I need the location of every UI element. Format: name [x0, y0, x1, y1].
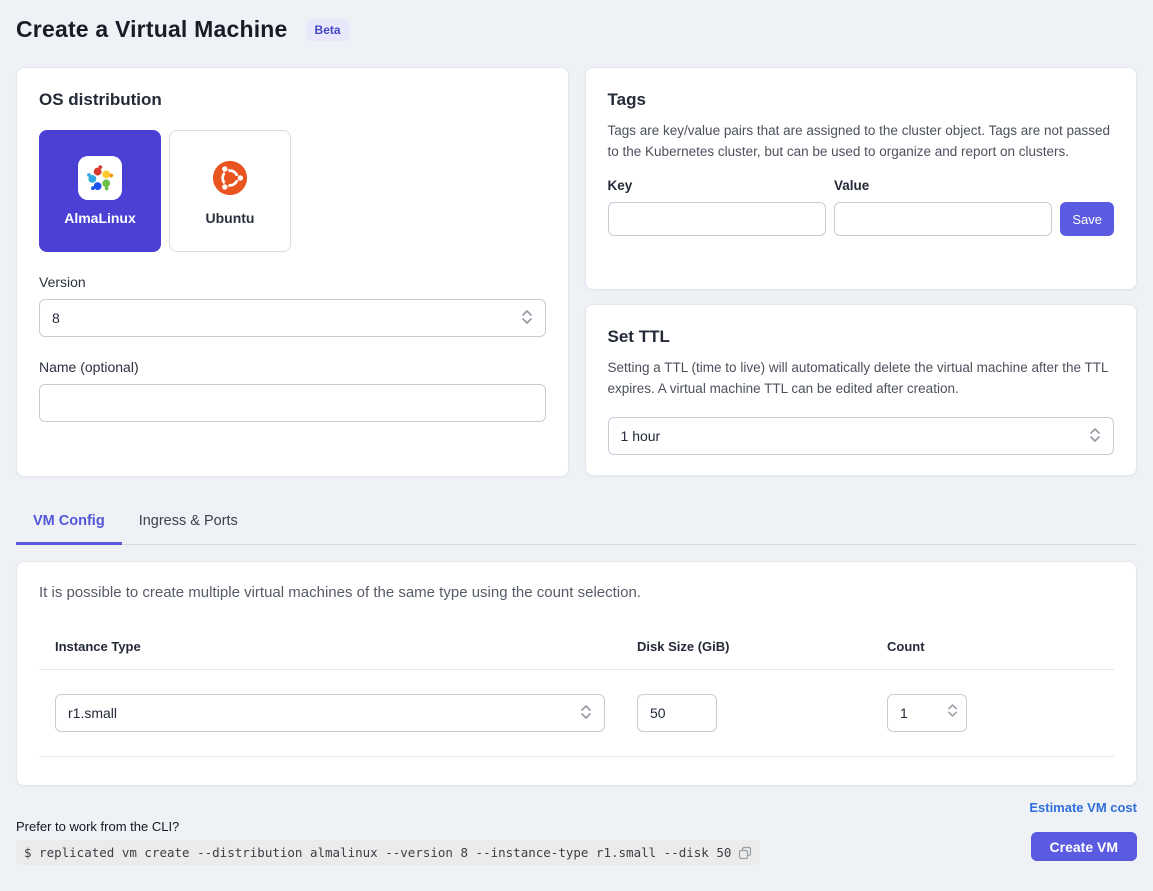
vm-config-card: It is possible to create multiple virtua…: [16, 561, 1137, 786]
column-header-disk-size: Disk Size (GiB): [637, 639, 887, 654]
tag-key-input[interactable]: [608, 202, 826, 236]
create-vm-button[interactable]: Create VM: [1031, 832, 1137, 861]
version-label: Version: [39, 274, 546, 290]
version-select-value: 8: [52, 310, 60, 326]
ubuntu-logo-icon: [212, 156, 248, 200]
tab-ingress-ports[interactable]: Ingress & Ports: [122, 503, 255, 545]
ttl-card: Set TTL Setting a TTL (time to live) wil…: [585, 304, 1137, 476]
vm-config-table: Instance Type Disk Size (GiB) Count r1.s…: [39, 639, 1114, 757]
beta-badge: Beta: [306, 19, 350, 41]
distro-tile-ubuntu[interactable]: Ubuntu: [169, 130, 291, 252]
count-input[interactable]: [900, 705, 920, 721]
table-row: r1.small: [39, 670, 1114, 757]
save-tag-button[interactable]: Save: [1060, 202, 1114, 236]
page-header: Create a Virtual Machine Beta: [16, 12, 1137, 53]
disk-size-input[interactable]: [637, 694, 717, 732]
instance-type-select[interactable]: r1.small: [55, 694, 605, 732]
chevron-updown-icon: [1089, 427, 1101, 446]
tags-description: Tags are key/value pairs that are assign…: [608, 121, 1114, 162]
page-title: Create a Virtual Machine: [16, 16, 288, 43]
vm-name-input[interactable]: [39, 384, 546, 422]
distro-label-almalinux: AlmaLinux: [64, 210, 136, 226]
tag-value-label: Value: [834, 178, 1052, 193]
tag-key-label: Key: [608, 178, 826, 193]
tags-title: Tags: [608, 90, 1114, 110]
ttl-description: Setting a TTL (time to live) will automa…: [608, 358, 1114, 399]
distro-tiles: AlmaLinux: [39, 130, 546, 252]
distro-tile-almalinux[interactable]: AlmaLinux: [39, 130, 161, 252]
version-select[interactable]: 8: [39, 299, 546, 337]
ttl-title: Set TTL: [608, 327, 1114, 347]
distro-label-ubuntu: Ubuntu: [206, 210, 255, 226]
tag-value-input[interactable]: [834, 202, 1052, 236]
footer-row: Prefer to work from the CLI? $ replicate…: [16, 819, 1137, 865]
ttl-select-value: 1 hour: [621, 428, 661, 444]
cli-command-box: $ replicated vm create --distribution al…: [16, 840, 760, 865]
count-stepper[interactable]: [887, 694, 967, 732]
cli-prompt-text: Prefer to work from the CLI?: [16, 819, 760, 834]
cli-block: Prefer to work from the CLI? $ replicate…: [16, 819, 760, 865]
chevron-updown-icon: [521, 309, 533, 328]
chevron-updown-icon: [580, 704, 592, 723]
column-header-count: Count: [887, 639, 1114, 654]
vm-config-note: It is possible to create multiple virtua…: [39, 584, 1114, 601]
os-distribution-card: OS distribution: [16, 67, 569, 477]
create-vm-page: Create a Virtual Machine Beta OS distrib…: [0, 0, 1153, 865]
vm-name-label: Name (optional): [39, 359, 546, 375]
table-header-row: Instance Type Disk Size (GiB) Count: [39, 639, 1114, 670]
estimate-vm-cost-link[interactable]: Estimate VM cost: [1029, 800, 1137, 815]
chevron-updown-icon: [947, 703, 958, 723]
ttl-select[interactable]: 1 hour: [608, 417, 1114, 455]
tab-vm-config[interactable]: VM Config: [16, 503, 122, 545]
cli-command-text: $ replicated vm create --distribution al…: [24, 845, 731, 860]
instance-type-value: r1.small: [68, 705, 117, 721]
almalinux-logo-icon: [78, 156, 122, 200]
os-distribution-title: OS distribution: [39, 90, 546, 110]
config-tabs: VM Config Ingress & Ports: [16, 503, 1137, 545]
column-header-instance-type: Instance Type: [55, 639, 637, 654]
tags-card: Tags Tags are key/value pairs that are a…: [585, 67, 1137, 290]
copy-icon[interactable]: [738, 846, 752, 860]
